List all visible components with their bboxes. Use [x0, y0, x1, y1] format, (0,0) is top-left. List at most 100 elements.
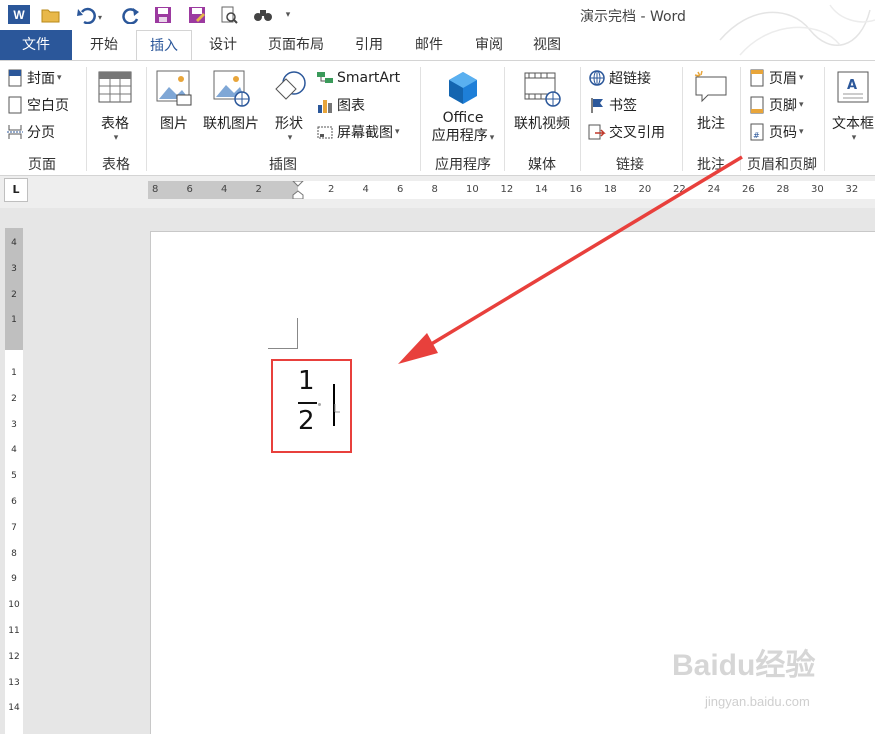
header-button[interactable]: 页眉 ▾ [748, 67, 804, 89]
group-divider [504, 67, 505, 171]
online-picture-button[interactable]: 联机图片 [200, 69, 262, 133]
vertical-ruler[interactable]: 4 3 2 1 1 2 3 4 5 6 7 8 9 10 11 12 13 14 [5, 228, 23, 734]
group-divider [580, 67, 581, 171]
tab-file[interactable]: 文件 [0, 30, 72, 60]
ruler-tick-label: 2 [11, 289, 17, 300]
shapes-button[interactable]: 形状 ▾ [268, 69, 310, 143]
ruler-tick-label: 6 [397, 184, 404, 195]
group-label-apps: 应用程序 [435, 157, 491, 173]
fraction-bar [298, 402, 317, 404]
page-number-button[interactable]: # 页码 ▾ [748, 121, 804, 143]
screenshot-icon [316, 123, 334, 141]
group-label-media: 媒体 [528, 157, 556, 173]
ruler-tick-label: 2 [328, 184, 335, 195]
blank-page-button[interactable]: 空白页 [6, 94, 69, 116]
baidu-watermark-logo: Baidu经验 [672, 649, 816, 682]
hyperlink-button[interactable]: 超链接 [588, 67, 651, 89]
tab-mailings[interactable]: 邮件 [404, 30, 454, 60]
tab-view[interactable]: 视图 [522, 30, 572, 60]
undo-icon[interactable]: ▾ [74, 4, 108, 26]
group-label-links: 链接 [616, 157, 644, 173]
smartart-icon [316, 69, 334, 87]
open-folder-icon[interactable] [40, 4, 62, 26]
window-title: 演示完档 - Word [580, 9, 686, 25]
ruler-tick-label: 9 [11, 574, 17, 585]
ruler-tick-label: 10 [8, 600, 20, 611]
screenshot-button[interactable]: 屏幕截图 ▾ [316, 121, 400, 143]
group-label-comments: 批注 [697, 157, 725, 173]
ruler-tick-label: 13 [8, 677, 20, 688]
fraction-numerator[interactable]: 1 [298, 366, 315, 396]
save-icon[interactable] [152, 4, 174, 26]
cross-reference-icon [588, 123, 606, 141]
ruler-tick-label: 11 [8, 626, 20, 636]
ruler-tick-label: 4 [362, 184, 369, 195]
redo-icon[interactable] [120, 4, 142, 26]
group-label-pages: 页面 [28, 157, 56, 173]
tab-home[interactable]: 开始 [78, 30, 130, 60]
group-divider [420, 67, 421, 171]
textbox-icon: A [834, 69, 872, 107]
comment-icon [692, 69, 730, 107]
ruler-tick-label: 24 [707, 184, 721, 195]
bookmark-flag-icon [588, 96, 606, 114]
ruler-tick-label: 1 [11, 315, 17, 326]
group-divider [682, 67, 683, 171]
ribbon-tabs: 文件 开始 插入 设计 页面布局 引用 邮件 审阅 视图 [0, 30, 875, 61]
page-break-button[interactable]: 分页 [6, 121, 55, 143]
online-picture-icon [212, 69, 250, 107]
ruler-tick-label: 18 [604, 184, 617, 195]
page-number-icon: # [748, 123, 766, 141]
ruler-tick-label: 22 [673, 184, 686, 195]
indent-marker-icon[interactable] [292, 181, 304, 199]
footer-button[interactable]: 页脚 ▾ [748, 94, 804, 116]
baidu-watermark-url: jingyan.baidu.com [705, 694, 810, 709]
paragraph-mark-icon [334, 404, 340, 413]
office-apps-button[interactable]: Office 应用程序 ▾ [426, 69, 500, 147]
margin-corner-mark [297, 318, 298, 349]
save-as-icon[interactable] [186, 4, 208, 26]
new-comment-button[interactable]: 批注 [690, 69, 732, 133]
tab-design[interactable]: 设计 [198, 30, 248, 60]
tab-stop-selector[interactable]: L [4, 178, 28, 202]
ruler-tick-label: 12 [500, 184, 514, 195]
svg-text:▾: ▾ [98, 13, 102, 22]
cross-reference-button[interactable]: 交叉引用 [588, 121, 665, 143]
word-logo-icon[interactable]: W [8, 5, 30, 24]
smartart-button[interactable]: SmartArt [316, 67, 400, 89]
tab-insert[interactable]: 插入 [136, 30, 192, 61]
group-divider [824, 67, 825, 171]
horizontal-ruler[interactable]: 8 6 4 2 2 4 6 8 10 12 14 16 18 20 22 24 26 28 30 32 [148, 181, 875, 199]
ruler-tick-label: 6 [186, 184, 193, 195]
office-apps-icon [444, 69, 482, 107]
print-preview-icon[interactable] [218, 4, 240, 26]
chart-button[interactable]: 图表 [316, 94, 365, 116]
fraction-denominator[interactable]: 2 [298, 406, 315, 436]
tab-review[interactable]: 审阅 [464, 30, 514, 60]
group-label-header-footer: 页眉和页脚 [747, 157, 817, 173]
ruler-tick-label: 3 [11, 419, 17, 430]
bookmark-button[interactable]: 书签 [588, 94, 637, 116]
picture-button[interactable]: 图片 [154, 69, 194, 133]
ruler-tick-label: 2 [255, 184, 262, 195]
ruler-tick-label: 12 [8, 651, 20, 662]
svg-text:A: A [847, 78, 857, 93]
online-video-button[interactable]: 联机视频 [510, 69, 574, 133]
cover-page-button[interactable]: 封面 ▾ [6, 67, 62, 89]
shapes-icon [270, 69, 308, 107]
customize-qat-icon[interactable]: ▾ [282, 4, 294, 26]
table-button[interactable]: 表格 ▾ [94, 69, 136, 143]
ruler-tick-label: 2 [11, 393, 17, 404]
hyperlink-globe-icon [588, 69, 606, 87]
tab-page-layout[interactable]: 页面布局 [258, 30, 334, 60]
table-icon [96, 69, 134, 107]
ruler-tick-label: 4 [11, 238, 17, 248]
group-label-tables: 表格 [102, 157, 130, 173]
find-binoculars-icon[interactable] [252, 4, 274, 26]
textbox-button[interactable]: A 文本框 ▾ [828, 69, 875, 143]
title-bar: W ▾ ▾ 演示完档 - Word [0, 0, 875, 56]
tab-references[interactable]: 引用 [344, 30, 394, 60]
ruler-tick-label: 4 [221, 184, 228, 195]
chart-icon [316, 96, 334, 114]
ruler-area: L 8 6 4 2 2 4 6 8 10 12 14 16 18 20 22 24 26 28 30 32 [0, 176, 875, 208]
